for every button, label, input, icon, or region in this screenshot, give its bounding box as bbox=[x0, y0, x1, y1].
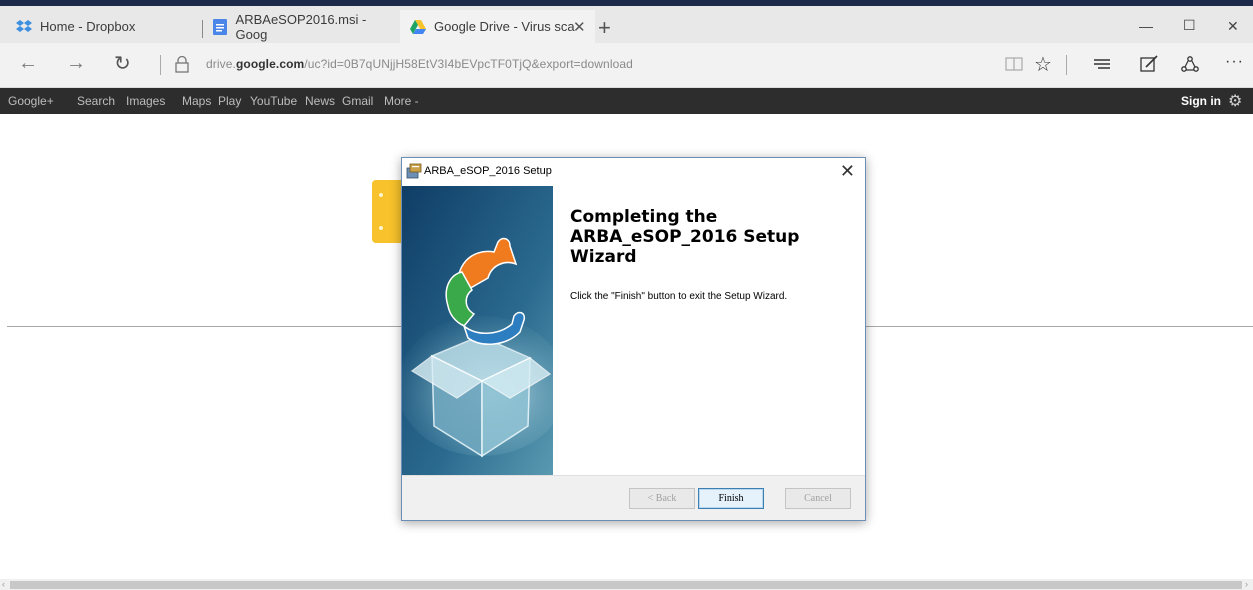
gbar-item-google-plus[interactable]: Google+ bbox=[8, 94, 54, 108]
minimize-icon[interactable]: — bbox=[1139, 18, 1153, 34]
close-icon[interactable]: ✕ bbox=[840, 161, 855, 182]
cancel-button[interactable]: Cancel bbox=[785, 488, 851, 509]
gbar-item-play[interactable]: Play bbox=[218, 94, 241, 108]
horizontal-scrollbar[interactable]: ‹ › bbox=[0, 579, 1253, 590]
favorite-star-icon[interactable]: ☆ bbox=[1034, 52, 1052, 77]
gbar-item-gmail[interactable]: Gmail bbox=[342, 94, 373, 108]
scroll-right-icon[interactable]: › bbox=[1245, 579, 1248, 589]
lock-icon bbox=[175, 55, 189, 78]
gbar-item-search[interactable]: Search bbox=[77, 94, 115, 108]
toolbar-divider bbox=[160, 55, 161, 75]
wizard-instructions: Click the "Finish" button to exit the Se… bbox=[570, 291, 788, 302]
maximize-icon[interactable]: ☐ bbox=[1183, 17, 1196, 34]
share-icon[interactable] bbox=[1181, 55, 1199, 78]
toolbar-divider bbox=[1066, 55, 1067, 75]
reading-view-icon[interactable] bbox=[1005, 57, 1023, 76]
dialog-button-bar: < Back Finish Cancel bbox=[402, 475, 865, 520]
address-bar[interactable]: drive.google.com/uc?id=0B7qUNjjH58EtV3I4… bbox=[206, 57, 633, 71]
tab-label: Home - Dropbox bbox=[40, 19, 136, 34]
tab-google-drive[interactable]: Google Drive - Virus sca bbox=[400, 10, 595, 43]
gbar-item-youtube[interactable]: YouTube bbox=[250, 94, 297, 108]
web-note-icon[interactable] bbox=[1140, 55, 1158, 78]
gbar-item-maps[interactable]: Maps bbox=[182, 94, 211, 108]
wizard-banner-image bbox=[402, 186, 553, 475]
document-icon bbox=[212, 18, 228, 35]
refresh-icon[interactable]: ↻ bbox=[114, 51, 131, 76]
tab-msi[interactable]: ARBAeSOP2016.msi - Goog bbox=[212, 10, 397, 43]
scroll-left-icon[interactable]: ‹ bbox=[2, 579, 5, 589]
scrollbar-thumb[interactable] bbox=[10, 581, 1242, 589]
forward-arrow-icon[interactable]: → bbox=[66, 52, 86, 75]
gear-icon[interactable]: ⚙ bbox=[1228, 91, 1242, 111]
address-toolbar: ← → ↻ drive.google.com/uc?id=0B7qUNjjH58… bbox=[0, 43, 1253, 88]
dialog-titlebar: ARBA_eSOP_2016 Setup ✕ bbox=[402, 158, 865, 186]
wizard-heading: Completing the ARBA_eSOP_2016 Setup Wiza… bbox=[570, 207, 800, 267]
gbar-item-news[interactable]: News bbox=[305, 94, 335, 108]
new-tab-icon[interactable]: + bbox=[598, 15, 611, 41]
google-drive-icon bbox=[410, 19, 426, 35]
more-options-icon[interactable]: ··· bbox=[1225, 53, 1244, 71]
tab-label: Google Drive - Virus sca bbox=[434, 19, 575, 34]
tab-bar: Home - Dropbox ARBAeSOP2016.msi - Goog G… bbox=[0, 6, 1253, 43]
tab-dropbox[interactable]: Home - Dropbox bbox=[16, 10, 196, 43]
dialog-title: ARBA_eSOP_2016 Setup bbox=[424, 165, 552, 177]
tab-divider bbox=[202, 20, 203, 38]
google-navigation-bar: Google+ Search Images Maps Play YouTube … bbox=[0, 88, 1253, 114]
back-button[interactable]: < Back bbox=[629, 488, 695, 509]
window-close-icon[interactable]: ✕ bbox=[1227, 18, 1239, 35]
close-tab-icon[interactable]: ✕ bbox=[573, 18, 586, 36]
installer-icon bbox=[406, 163, 422, 179]
finish-button[interactable]: Finish bbox=[698, 488, 764, 509]
gbar-item-more[interactable]: More - bbox=[384, 94, 419, 108]
back-arrow-icon[interactable]: ← bbox=[18, 52, 38, 75]
hub-icon[interactable] bbox=[1093, 57, 1111, 76]
setup-wizard-dialog: ARBA_eSOP_2016 Setup ✕ Completing the AR… bbox=[401, 157, 866, 521]
sign-in-link[interactable]: Sign in bbox=[1181, 94, 1221, 108]
gbar-item-images[interactable]: Images bbox=[126, 94, 165, 108]
tab-label: ARBAeSOP2016.msi - Goog bbox=[235, 11, 367, 42]
dropbox-icon bbox=[16, 19, 32, 35]
wizard-content: Completing the ARBA_eSOP_2016 Setup Wiza… bbox=[553, 186, 865, 475]
